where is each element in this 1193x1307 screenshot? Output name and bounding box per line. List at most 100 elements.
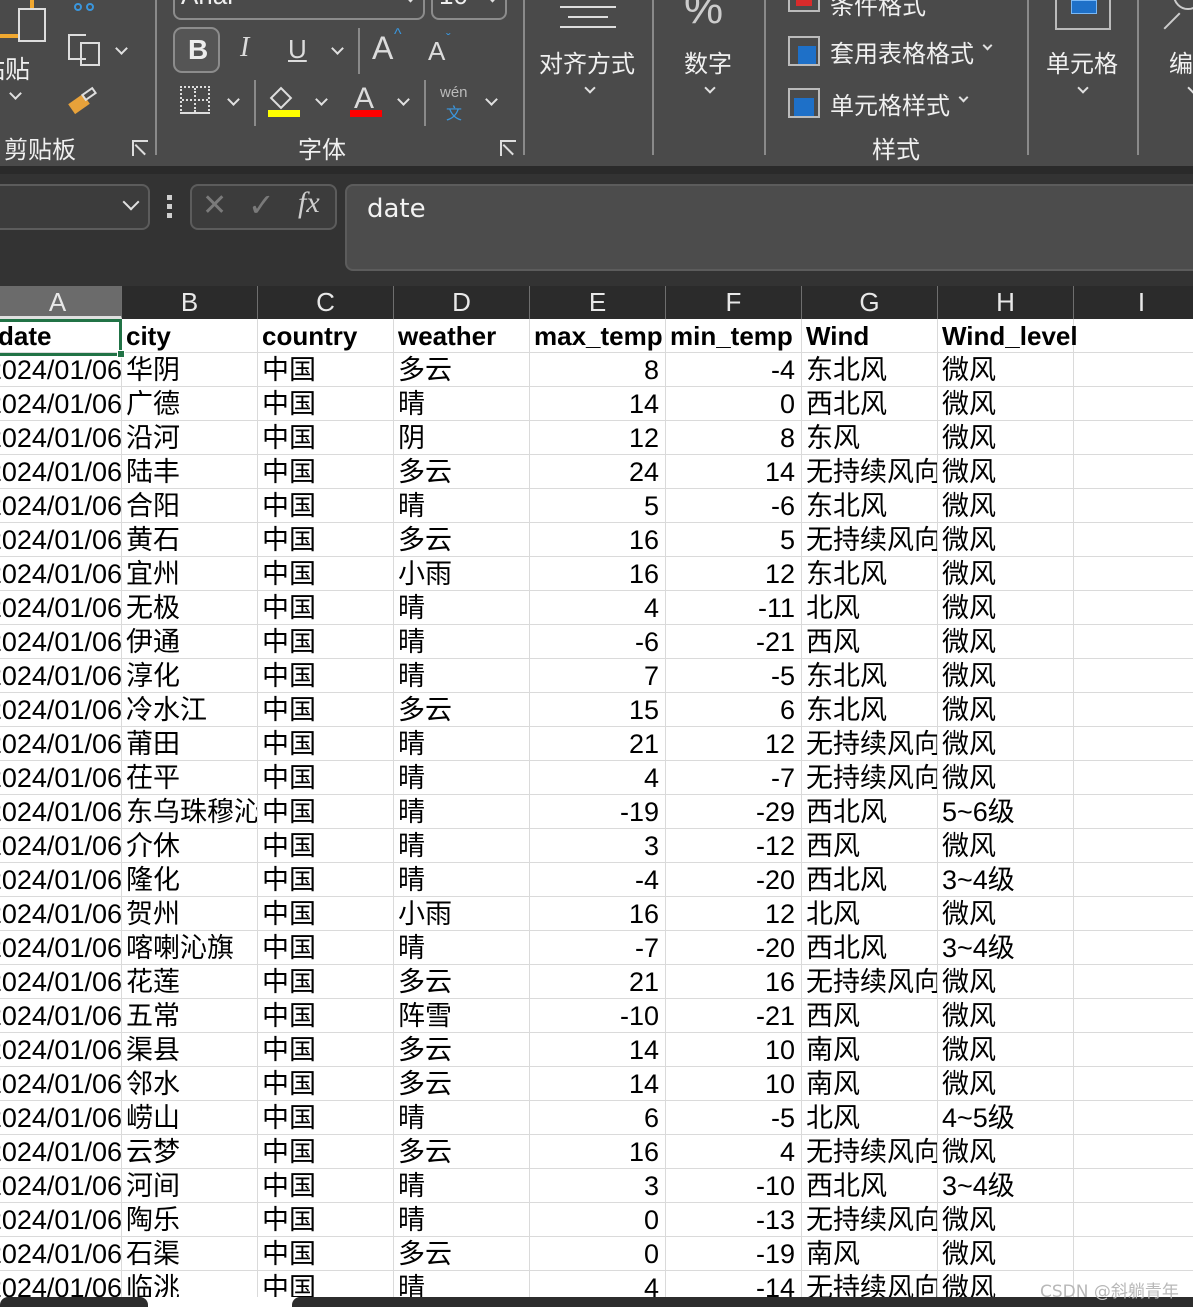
cell-i16[interactable]	[1074, 829, 1193, 863]
paste-dropdown-chevron[interactable]	[9, 87, 22, 100]
cell-i17[interactable]	[1074, 863, 1193, 897]
cell-a12[interactable]: 2024/01/06	[0, 693, 122, 727]
cell-i9[interactable]	[1074, 591, 1193, 625]
cell-b19[interactable]: 喀喇沁旗	[122, 931, 258, 965]
formula-input[interactable]: date	[345, 184, 1193, 271]
cell-i8[interactable]	[1074, 557, 1193, 591]
cell-d28[interactable]: 多云	[394, 1237, 530, 1271]
cell-a21[interactable]: 2024/01/06	[0, 999, 122, 1033]
cell-f17[interactable]: -20	[666, 863, 802, 897]
cell-c4[interactable]: 中国	[258, 421, 394, 455]
sheet-tabs-area[interactable]	[0, 1297, 148, 1307]
cell-e28[interactable]: 0	[530, 1237, 666, 1271]
cell-g3[interactable]: 西北风	[802, 387, 938, 421]
cell-f5[interactable]: 14	[666, 455, 802, 489]
cell-b16[interactable]: 介休	[122, 829, 258, 863]
cell-a19[interactable]: 2024/01/06	[0, 931, 122, 965]
cell-i28[interactable]	[1074, 1237, 1193, 1271]
cell-a25[interactable]: 2024/01/06	[0, 1135, 122, 1169]
cell-i13[interactable]	[1074, 727, 1193, 761]
cell-h6[interactable]: 微风	[938, 489, 1074, 523]
cell-g27[interactable]: 无持续风向	[802, 1203, 938, 1237]
cell-f23[interactable]: 10	[666, 1067, 802, 1101]
cell-f1[interactable]: min_temp	[666, 319, 802, 353]
cell-e1[interactable]: max_temp	[530, 319, 666, 353]
cell-f11[interactable]: -5	[666, 659, 802, 693]
cell-h10[interactable]: 微风	[938, 625, 1074, 659]
cell-f10[interactable]: -21	[666, 625, 802, 659]
italic-button[interactable]: I	[240, 32, 249, 64]
cell-g7[interactable]: 无持续风向	[802, 523, 938, 557]
cell-g21[interactable]: 西风	[802, 999, 938, 1033]
cell-i4[interactable]	[1074, 421, 1193, 455]
cell-d22[interactable]: 多云	[394, 1033, 530, 1067]
cell-d9[interactable]: 晴	[394, 591, 530, 625]
cell-c13[interactable]: 中国	[258, 727, 394, 761]
cell-h21[interactable]: 微风	[938, 999, 1074, 1033]
font-color-dropdown-chevron[interactable]	[397, 93, 410, 106]
cell-i11[interactable]	[1074, 659, 1193, 693]
cell-h22[interactable]: 微风	[938, 1033, 1074, 1067]
cell-c14[interactable]: 中国	[258, 761, 394, 795]
cell-e26[interactable]: 3	[530, 1169, 666, 1203]
cell-b20[interactable]: 花莲	[122, 965, 258, 999]
cell-a2[interactable]: 2024/01/06	[0, 353, 122, 387]
cell-g22[interactable]: 南风	[802, 1033, 938, 1067]
cell-c29[interactable]: 中国	[258, 1271, 394, 1299]
cell-c15[interactable]: 中国	[258, 795, 394, 829]
cell-g24[interactable]: 北风	[802, 1101, 938, 1135]
cell-a23[interactable]: 2024/01/06	[0, 1067, 122, 1101]
cell-h25[interactable]: 微风	[938, 1135, 1074, 1169]
cell-g9[interactable]: 北风	[802, 591, 938, 625]
cell-a3[interactable]: 2024/01/06	[0, 387, 122, 421]
cell-g11[interactable]: 东北风	[802, 659, 938, 693]
cell-h7[interactable]: 微风	[938, 523, 1074, 557]
cell-e15[interactable]: -19	[530, 795, 666, 829]
cell-i10[interactable]	[1074, 625, 1193, 659]
cell-e13[interactable]: 21	[530, 727, 666, 761]
cell-h18[interactable]: 微风	[938, 897, 1074, 931]
cell-f4[interactable]: 8	[666, 421, 802, 455]
cell-a28[interactable]: 2024/01/06	[0, 1237, 122, 1271]
cell-a10[interactable]: 2024/01/06	[0, 625, 122, 659]
cell-i20[interactable]	[1074, 965, 1193, 999]
cell-g2[interactable]: 东北风	[802, 353, 938, 387]
cell-b24[interactable]: 崂山	[122, 1101, 258, 1135]
cell-c23[interactable]: 中国	[258, 1067, 394, 1101]
cell-b14[interactable]: 茌平	[122, 761, 258, 795]
cell-b10[interactable]: 伊通	[122, 625, 258, 659]
fill-color-button[interactable]	[267, 84, 301, 120]
alignment-button[interactable]: 对齐方式	[530, 0, 648, 120]
cell-h5[interactable]: 微风	[938, 455, 1074, 489]
cell-b12[interactable]: 冷水江	[122, 693, 258, 727]
cell-a20[interactable]: 2024/01/06	[0, 965, 122, 999]
cell-b3[interactable]: 广德	[122, 387, 258, 421]
cell-a13[interactable]: 2024/01/06	[0, 727, 122, 761]
cell-c8[interactable]: 中国	[258, 557, 394, 591]
cell-d19[interactable]: 晴	[394, 931, 530, 965]
cell-e25[interactable]: 16	[530, 1135, 666, 1169]
cell-g17[interactable]: 西北风	[802, 863, 938, 897]
cell-d26[interactable]: 晴	[394, 1169, 530, 1203]
cell-c12[interactable]: 中国	[258, 693, 394, 727]
insert-function-button[interactable]: fx	[298, 186, 320, 220]
cell-f29[interactable]: -14	[666, 1271, 802, 1299]
cell-b17[interactable]: 隆化	[122, 863, 258, 897]
cell-h11[interactable]: 微风	[938, 659, 1074, 693]
cell-i18[interactable]	[1074, 897, 1193, 931]
cell-e19[interactable]: -7	[530, 931, 666, 965]
cell-e21[interactable]: -10	[530, 999, 666, 1033]
borders-dropdown-chevron[interactable]	[227, 93, 240, 106]
cell-b5[interactable]: 陆丰	[122, 455, 258, 489]
cell-b28[interactable]: 石渠	[122, 1237, 258, 1271]
formula-bar-resize-handle[interactable]	[167, 195, 173, 222]
cell-f21[interactable]: -21	[666, 999, 802, 1033]
cell-h20[interactable]: 微风	[938, 965, 1074, 999]
cut-icon[interactable]	[74, 0, 96, 14]
cell-i14[interactable]	[1074, 761, 1193, 795]
cell-b11[interactable]: 淳化	[122, 659, 258, 693]
cell-e23[interactable]: 14	[530, 1067, 666, 1101]
cell-e7[interactable]: 16	[530, 523, 666, 557]
cell-e2[interactable]: 8	[530, 353, 666, 387]
cell-d8[interactable]: 小雨	[394, 557, 530, 591]
